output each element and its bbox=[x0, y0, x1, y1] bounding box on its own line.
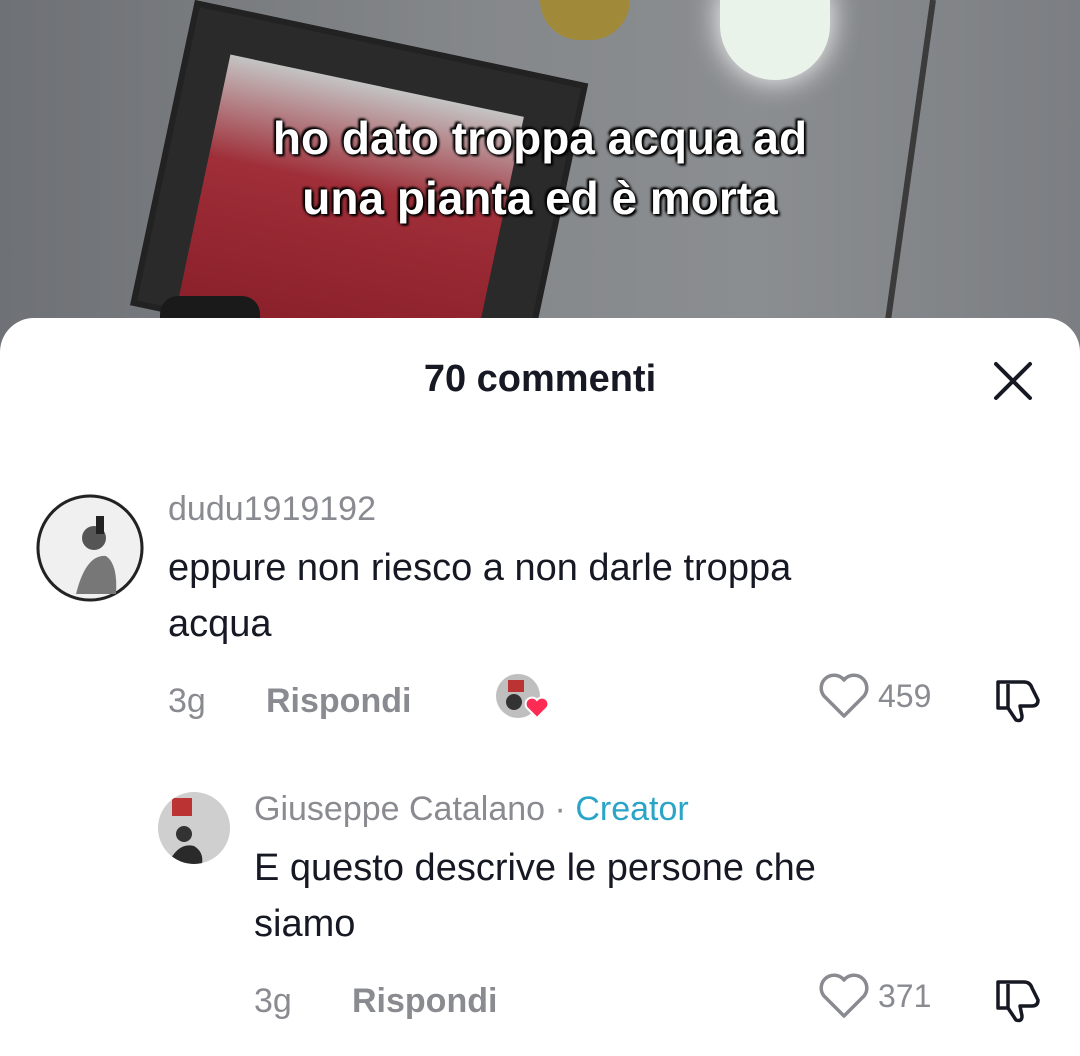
like-button[interactable]: 371 bbox=[818, 972, 931, 1020]
comment-text-line: eppure non riesco a non darle troppa bbox=[168, 547, 792, 589]
video-background: ho dato troppa acqua ad una pianta ed è … bbox=[0, 0, 1080, 360]
comment-text-line: acqua bbox=[168, 603, 272, 645]
thumbs-down-icon bbox=[996, 680, 1040, 723]
avatar[interactable] bbox=[36, 494, 144, 602]
like-count: 371 bbox=[878, 977, 932, 1014]
close-icon bbox=[994, 362, 1032, 400]
comments-count-title: 70 commenti bbox=[423, 358, 657, 400]
close-button[interactable] bbox=[988, 356, 1038, 406]
comment-username[interactable]: Giuseppe Catalano bbox=[254, 790, 545, 828]
avatar-image bbox=[158, 792, 230, 864]
dislike-button[interactable] bbox=[990, 676, 1042, 724]
comment-text: eppure non riesco a non darle troppa acq… bbox=[168, 540, 791, 652]
comment-text-line: siamo bbox=[254, 903, 356, 945]
comments-sheet: 70 commenti dudu1919192 eppure non riesc… bbox=[0, 318, 1080, 1056]
comment-text: E questo descrive le persone che siamo bbox=[254, 840, 816, 952]
avatar-image bbox=[36, 494, 144, 602]
thumbs-down-icon bbox=[996, 980, 1040, 1023]
comment-time: 3g bbox=[254, 982, 292, 1020]
separator-dot: · bbox=[554, 790, 566, 828]
comment-username[interactable]: dudu1919192 bbox=[168, 490, 376, 529]
heart-icon bbox=[819, 673, 869, 718]
video-caption: ho dato troppa acqua ad una pianta ed è … bbox=[0, 108, 1080, 228]
reply-button[interactable]: Rispondi bbox=[266, 682, 411, 721]
comment-text-line: E questo descrive le persone che bbox=[254, 847, 816, 889]
reply-button[interactable]: Rispondi bbox=[352, 982, 497, 1021]
creator-liked-icon bbox=[496, 674, 550, 720]
like-button[interactable]: 459 bbox=[818, 672, 931, 720]
avatar[interactable] bbox=[158, 792, 230, 864]
heart-icon bbox=[819, 973, 869, 1018]
caption-line-1: ho dato troppa acqua ad bbox=[272, 112, 808, 164]
creator-badge: Creator bbox=[575, 790, 689, 828]
comment-time: 3g bbox=[168, 682, 206, 720]
creator-liked-indicator bbox=[494, 672, 550, 724]
comment-username-row: Giuseppe Catalano · Creator bbox=[254, 790, 689, 829]
like-count: 459 bbox=[878, 677, 932, 714]
dislike-button[interactable] bbox=[990, 976, 1042, 1024]
caption-line-2: una pianta ed è morta bbox=[302, 172, 778, 224]
